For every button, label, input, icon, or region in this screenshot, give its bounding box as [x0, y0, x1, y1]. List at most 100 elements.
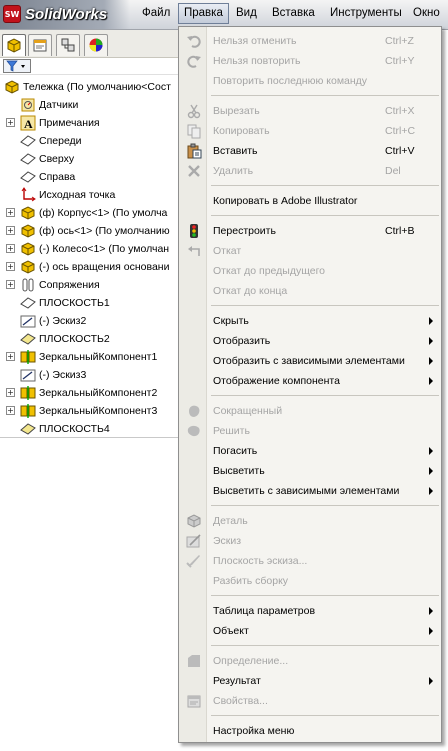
scissors-icon	[187, 104, 201, 119]
menu-item-properties[interactable]: Свойства...	[179, 691, 441, 711]
menu-window[interactable]: Окно	[413, 7, 440, 19]
menu-file[interactable]: Файл	[142, 7, 170, 19]
tree-item-component[interactable]: (ф) Корпус<1> (По умолча	[20, 204, 167, 222]
menu-item-label: Решить	[213, 425, 250, 437]
menu-insert[interactable]: Вставка	[272, 7, 315, 19]
tree-item-label: (ф) Корпус<1> (По умолча	[39, 207, 168, 219]
submenu-arrow-icon	[429, 337, 433, 345]
tree-item-label: Сопряжения	[39, 279, 100, 291]
menu-item-label: Повторить последнюю команду	[213, 75, 368, 87]
tree-item-mirror2[interactable]: ЗеркальныйКомпонент2	[20, 384, 157, 402]
tree-item-front-plane[interactable]: Спереди	[20, 132, 82, 150]
propertymanager-tab[interactable]	[28, 34, 52, 56]
expand-icon[interactable]: +	[6, 352, 15, 361]
menu-item-label: Откат	[213, 245, 242, 257]
paste-icon	[187, 143, 202, 159]
tree-item-label: Сверху	[39, 153, 75, 165]
menu-item-show[interactable]: Отобразить	[179, 331, 441, 351]
menu-item-dissolve-subassembly[interactable]: Разбить сборку	[179, 571, 441, 591]
menu-item-rollback-end[interactable]: Откат до конца	[179, 281, 441, 301]
menu-item-delete[interactable]: Удалить Del	[179, 161, 441, 181]
menu-item-repeat-last[interactable]: Повторить последнюю команду	[179, 71, 441, 91]
menu-item-sketch[interactable]: Эскиз	[179, 531, 441, 551]
menu-item-redo[interactable]: Нельзя повторить Ctrl+Y	[179, 51, 441, 71]
tree-item-label: Примечания	[39, 117, 100, 129]
tree-item-right-plane[interactable]: Справа	[20, 168, 75, 186]
featuremanager-tab[interactable]	[2, 34, 26, 56]
menu-edit[interactable]: Правка	[178, 3, 229, 24]
tree-item-plane4[interactable]: ПЛОСКОСТЬ4	[20, 420, 110, 436]
tree-item-component[interactable]: (-) ось вращения основани	[20, 258, 169, 276]
tree-item-sensors[interactable]: Датчики	[20, 96, 78, 114]
tree-item-plane2[interactable]: ПЛОСКОСТЬ2	[20, 330, 110, 348]
menu-item-customize-menu[interactable]: Настройка меню	[179, 721, 441, 741]
expand-icon[interactable]: +	[6, 208, 15, 217]
menu-item-sketch-plane[interactable]: Плоскость эскиза...	[179, 551, 441, 571]
sketch-plane-icon	[186, 555, 200, 568]
menu-item-show-dependent[interactable]: Отобразить с зависимыми элементами	[179, 351, 441, 371]
menu-item-unsuppress-dependent[interactable]: Высветить с зависимыми элементами	[179, 481, 441, 501]
tree-item-mirror3[interactable]: ЗеркальныйКомпонент3	[20, 402, 157, 420]
traffic-light-icon	[190, 224, 198, 238]
rollback-icon	[188, 246, 200, 256]
menu-item-resolve[interactable]: Решить	[179, 421, 441, 441]
part-icon	[21, 224, 35, 238]
expand-icon[interactable]: +	[6, 406, 15, 415]
configurationmanager-tab[interactable]	[56, 34, 80, 56]
menu-item-definition[interactable]: Определение...	[179, 651, 441, 671]
menu-item-rollback-previous[interactable]: Откат до предыдущего	[179, 261, 441, 281]
menu-item-copy-illustrator[interactable]: Копировать в Adobe Illustrator	[179, 191, 441, 211]
tree-item-label: (-) Эскиз2	[39, 315, 87, 327]
tree-item-label: (-) Эскиз3	[39, 369, 87, 381]
tree-item-sketch3[interactable]: (-) Эскиз3	[20, 366, 86, 384]
menu-item-label: Нельзя повторить	[213, 55, 301, 67]
tree-item-label: ПЛОСКОСТЬ1	[39, 297, 110, 309]
tree-item-label: Датчики	[39, 99, 79, 111]
menu-item-paste[interactable]: Вставить Ctrl+V	[179, 141, 441, 161]
menu-item-label: Таблица параметров	[213, 605, 316, 617]
menu-tools[interactable]: Инструменты	[330, 7, 402, 19]
menu-item-suppress[interactable]: Погасить	[179, 441, 441, 461]
menu-item-cut[interactable]: Вырезать Ctrl+X	[179, 101, 441, 121]
tree-item-annotations[interactable]: A Примечания	[20, 114, 100, 132]
menu-item-hide[interactable]: Скрыть	[179, 311, 441, 331]
tree-item-mirror1[interactable]: ЗеркальныйКомпонент1	[20, 348, 157, 366]
menu-item-component-display[interactable]: Отображение компонента	[179, 371, 441, 391]
expand-icon[interactable]: +	[6, 262, 15, 271]
tree-item-origin[interactable]: Исходная точка	[20, 186, 115, 204]
filter-button[interactable]	[3, 59, 31, 73]
menu-item-label: Перестроить	[213, 225, 276, 237]
expand-icon[interactable]: +	[6, 280, 15, 289]
menu-item-undo[interactable]: Нельзя отменить Ctrl+Z	[179, 31, 441, 51]
solidworks-logo[interactable]: SW SolidWorks	[3, 3, 107, 25]
menu-item-unsuppress[interactable]: Высветить	[179, 461, 441, 481]
menu-item-object[interactable]: Объект	[179, 621, 441, 641]
tree-item-mates[interactable]: Сопряжения	[20, 276, 100, 294]
svg-text:A: A	[24, 117, 33, 131]
menu-item-rollback[interactable]: Откат	[179, 241, 441, 261]
menu-item-part[interactable]: Деталь	[179, 511, 441, 531]
menu-item-label: Разбить сборку	[213, 575, 289, 587]
menu-separator	[211, 305, 439, 306]
tree-item-component[interactable]: (-) Колесо<1> (По умолчан	[20, 240, 169, 258]
menu-item-design-table[interactable]: Таблица параметров	[179, 601, 441, 621]
expand-icon[interactable]: +	[6, 244, 15, 253]
menu-view[interactable]: Вид	[236, 7, 257, 19]
expand-icon[interactable]: +	[6, 118, 15, 127]
tree-item-sketch2[interactable]: (-) Эскиз2	[20, 312, 86, 330]
menu-item-rebuild[interactable]: Перестроить Ctrl+B	[179, 221, 441, 241]
menu-item-result[interactable]: Результат	[179, 671, 441, 691]
expand-icon[interactable]: +	[6, 226, 15, 235]
menu-item-lightweight[interactable]: Сокращенный	[179, 401, 441, 421]
menu-item-copy[interactable]: Копировать Ctrl+C	[179, 121, 441, 141]
copy-icon	[187, 124, 201, 139]
tree-item-component[interactable]: (ф) ось<1> (По умолчанию	[20, 222, 170, 240]
expand-icon[interactable]: +	[6, 388, 15, 397]
tree-item-label: ЗеркальныйКомпонент2	[39, 387, 158, 399]
display-manager-tab[interactable]	[84, 34, 108, 56]
tree-root[interactable]: Тележка (По умолчанию<Сост	[4, 78, 171, 96]
tree-item-top-plane[interactable]: Сверху	[20, 150, 74, 168]
solidworks-logo-icon: SW	[3, 5, 21, 23]
graphics-area[interactable]	[0, 437, 180, 751]
tree-item-plane1[interactable]: ПЛОСКОСТЬ1	[20, 294, 110, 312]
